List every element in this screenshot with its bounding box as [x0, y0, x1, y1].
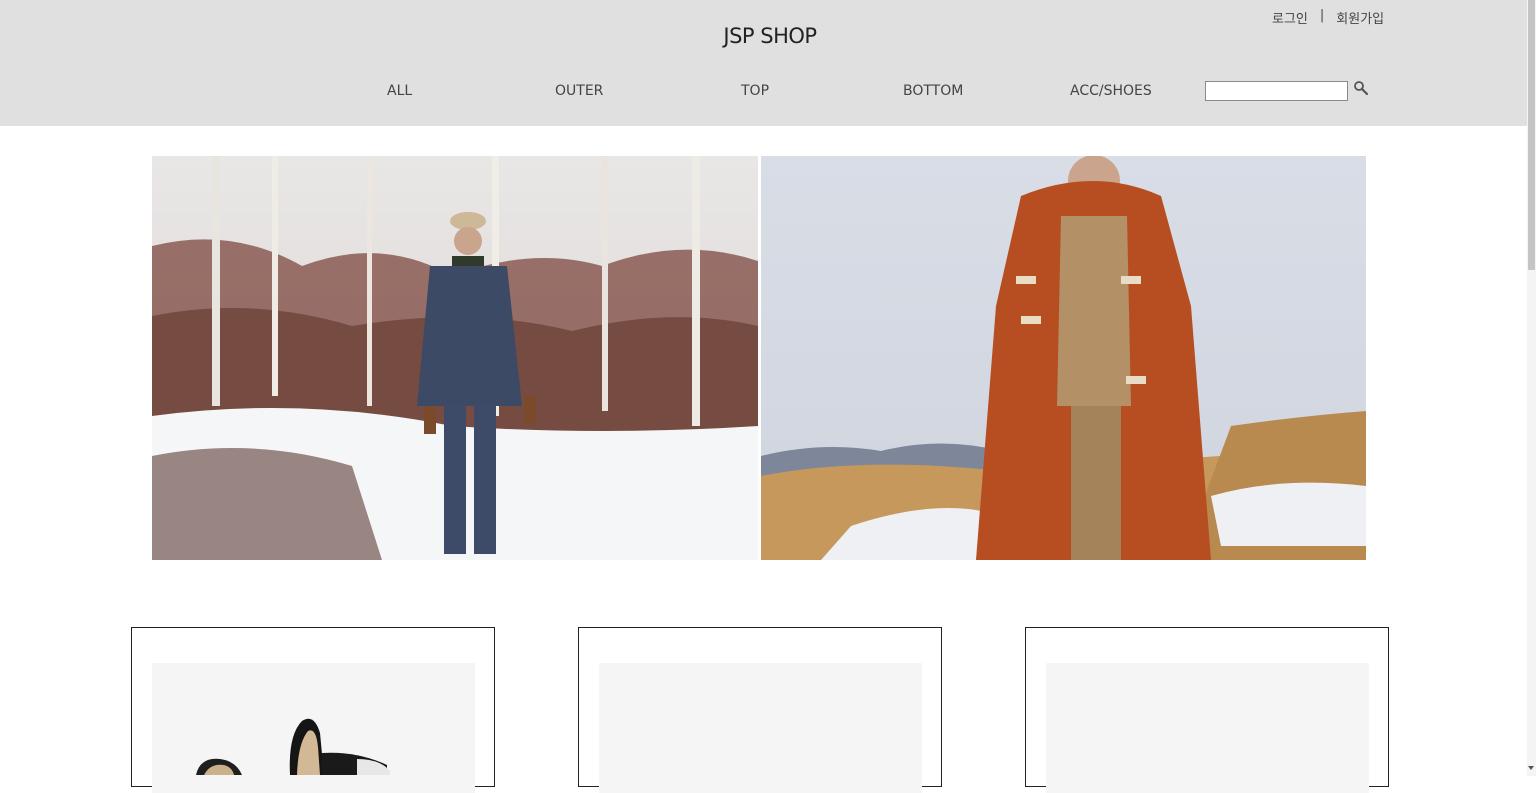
- site-header: 로그인 | 회원가입 JSP SHOP ALL OUTER TOP BOTTOM…: [0, 0, 1527, 126]
- nav-item-top[interactable]: TOP: [741, 83, 769, 99]
- model-in-orange-duffle-coat-photo[interactable]: [761, 156, 1366, 560]
- nav-item-acc-shoes[interactable]: ACC/SHOES: [1070, 83, 1152, 99]
- nav-item-all[interactable]: ALL: [387, 83, 412, 99]
- product-photo-placeholder[interactable]: [599, 663, 922, 793]
- product-card[interactable]: [1025, 627, 1389, 793]
- product-card[interactable]: [578, 627, 942, 793]
- model-in-snowy-forest-photo[interactable]: [152, 156, 758, 560]
- site-logo[interactable]: JSP SHOP: [0, 24, 1536, 48]
- search-input[interactable]: [1205, 81, 1348, 101]
- nav-item-outer[interactable]: OUTER: [555, 83, 603, 99]
- hero-banner: [152, 156, 1366, 560]
- product-photo-placeholder[interactable]: [1046, 663, 1369, 793]
- search-icon[interactable]: [1352, 79, 1370, 97]
- nav-item-bottom[interactable]: BOTTOM: [903, 83, 963, 99]
- scroll-down-arrow-icon[interactable]: [1528, 766, 1534, 770]
- scrollbar-thumb[interactable]: [1528, 0, 1535, 270]
- product-card[interactable]: [131, 627, 495, 793]
- loafer-shoes-photo[interactable]: [152, 663, 475, 793]
